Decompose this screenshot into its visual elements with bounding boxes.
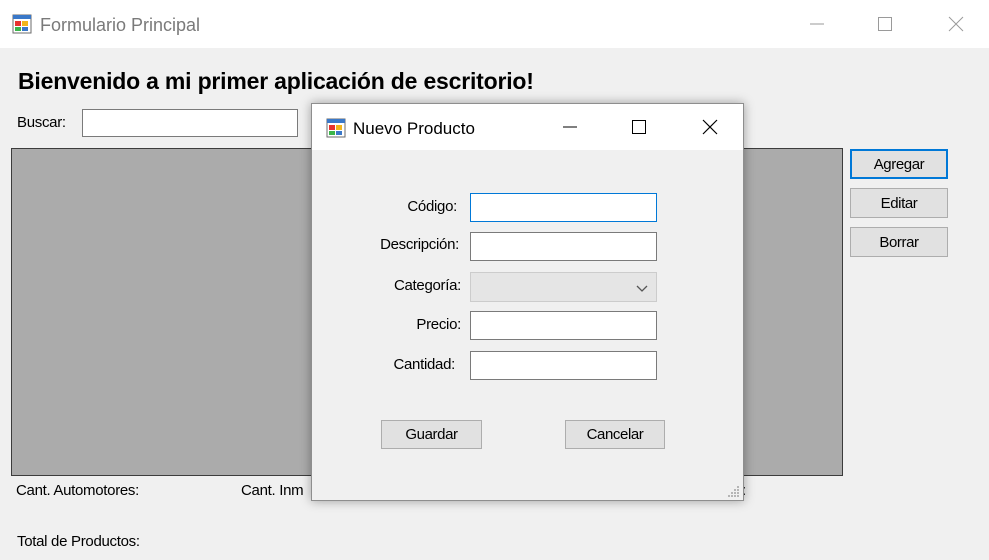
quantity-label: Cantidad: — [393, 356, 455, 373]
minimize-icon — [563, 126, 577, 128]
quantity-field[interactable] — [470, 351, 657, 380]
cancel-button[interactable]: Cancelar — [565, 420, 665, 449]
add-button[interactable]: Agregar — [850, 149, 948, 179]
category-label: Categoría: — [393, 277, 461, 294]
description-label: Descripción: — [380, 236, 459, 253]
close-icon — [702, 119, 718, 135]
dialog-minimize-button[interactable] — [547, 104, 593, 150]
search-input[interactable] — [82, 109, 298, 137]
main-titlebar[interactable]: Formulario Principal — [0, 0, 989, 48]
price-field[interactable] — [470, 311, 657, 340]
code-label: Código: — [407, 198, 457, 215]
dialog-titlebar[interactable]: Nuevo Producto — [312, 104, 743, 150]
edit-button[interactable]: Editar — [850, 188, 948, 218]
description-field[interactable] — [470, 232, 657, 261]
maximize-icon — [632, 120, 646, 134]
delete-button[interactable]: Borrar — [850, 227, 948, 257]
resize-grip-icon[interactable] — [728, 485, 740, 497]
minimize-icon — [810, 23, 824, 25]
count-inmuebles-label: Cant. Inm — [241, 482, 304, 499]
dialog-maximize-button[interactable] — [616, 104, 662, 150]
main-close-button[interactable] — [933, 0, 979, 48]
price-label: Precio: — [416, 316, 461, 333]
dialog-title: Nuevo Producto — [353, 119, 475, 138]
app-form-icon[interactable] — [326, 118, 346, 138]
main-window-title: Formulario Principal — [40, 15, 201, 35]
new-product-dialog[interactable]: Nuevo Producto Código: Descripción: Cate… — [311, 103, 744, 501]
save-button[interactable]: Guardar — [381, 420, 482, 449]
main-minimize-button[interactable] — [794, 0, 840, 48]
chevron-down-icon — [636, 285, 648, 292]
code-field[interactable] — [470, 193, 657, 222]
app-form-icon[interactable] — [12, 14, 32, 34]
welcome-heading: Bienvenido a mi primer aplicación de esc… — [18, 68, 534, 94]
maximize-icon — [878, 17, 892, 31]
total-products-label: Total de Productos: — [17, 533, 140, 550]
search-label: Buscar: — [17, 114, 66, 131]
close-icon — [948, 16, 964, 32]
count-automotores-label: Cant. Automotores: — [16, 482, 140, 499]
main-maximize-button[interactable] — [862, 0, 908, 48]
dialog-close-button[interactable] — [687, 104, 733, 150]
category-select[interactable] — [470, 272, 657, 302]
